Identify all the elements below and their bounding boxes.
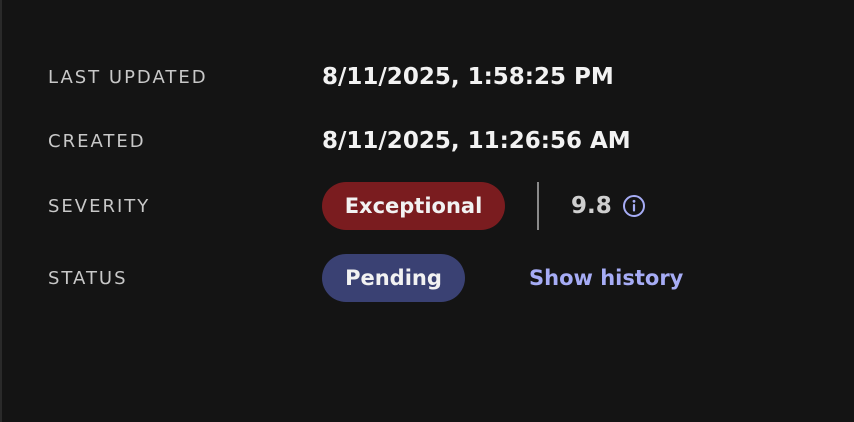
last-updated-value: 8/11/2025, 1:58:25 PM	[322, 64, 614, 90]
status-badge: Pending	[322, 254, 465, 302]
created-row: CREATED 8/11/2025, 11:26:56 AM	[48, 117, 854, 165]
info-circle-icon[interactable]	[622, 194, 646, 218]
severity-label: SEVERITY	[48, 195, 151, 217]
created-label: CREATED	[48, 130, 146, 152]
details-panel: LAST UPDATED 8/11/2025, 1:58:25 PM CREAT…	[0, 0, 854, 422]
show-history-link[interactable]: Show history	[529, 266, 683, 290]
last-updated-label: LAST UPDATED	[48, 66, 208, 88]
severity-divider	[537, 182, 539, 230]
severity-score: 9.8	[571, 193, 612, 219]
severity-row: SEVERITY Exceptional 9.8	[48, 182, 854, 230]
status-label: STATUS	[48, 267, 128, 289]
created-value: 8/11/2025, 11:26:56 AM	[322, 128, 631, 154]
status-row: STATUS Pending Show history	[48, 254, 854, 302]
last-updated-row: LAST UPDATED 8/11/2025, 1:58:25 PM	[48, 53, 854, 101]
severity-badge: Exceptional	[322, 182, 505, 230]
